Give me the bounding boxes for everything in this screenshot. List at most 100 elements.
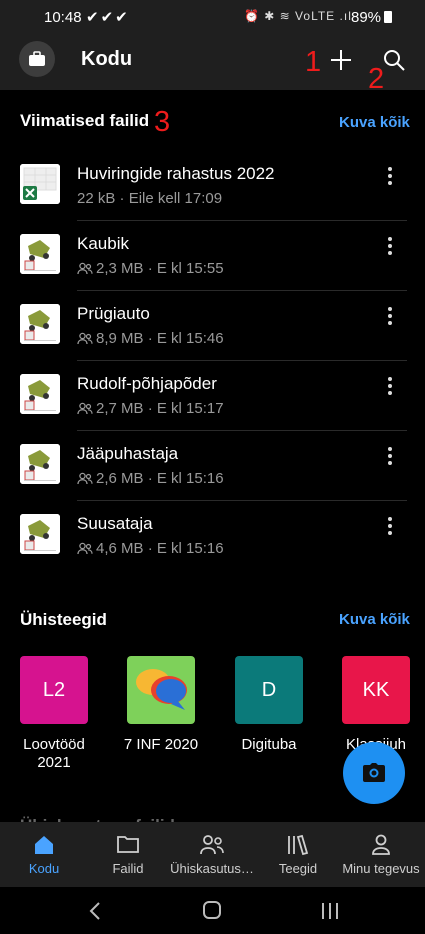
file-meta: 2,6 MB · E kl 15:16: [77, 470, 224, 487]
status-time: 10:48: [44, 9, 82, 26]
nav-label: Minu tegevus: [342, 861, 420, 876]
folder-icon: [116, 834, 140, 857]
meta-separator: ·: [115, 190, 129, 207]
more-vertical-icon: [388, 167, 392, 185]
file-modified-time: Eile kell 17:09: [128, 190, 223, 207]
app-bar: Kodu: [0, 36, 425, 90]
file-thumbnail: [20, 444, 60, 484]
file-meta: 2,3 MB · E kl 15:55: [77, 260, 224, 277]
file-more-options-button[interactable]: [382, 234, 398, 258]
add-button[interactable]: [328, 47, 354, 73]
battery-icon: [384, 11, 393, 23]
more-vertical-icon: [388, 517, 392, 535]
library-image: [127, 656, 195, 724]
recent-view-all-link[interactable]: Kuva kõik: [339, 114, 410, 131]
library-name: 7 INF 2020: [123, 736, 199, 753]
library-tile[interactable]: KKKlassijuh: [331, 656, 421, 754]
nav-item-1[interactable]: Failid: [86, 822, 170, 887]
nav-label: Ühiskasutus…: [170, 861, 254, 876]
scan-camera-button[interactable]: [343, 742, 405, 804]
file-size: 2,3 MB: [96, 260, 144, 277]
file-thumbnail: [20, 514, 60, 554]
recent-file-row[interactable]: Prügiauto 8,9 MB · E kl 15:46: [0, 304, 425, 374]
recent-file-row[interactable]: Kaubik 2,3 MB · E kl 15:55: [0, 234, 425, 304]
file-size: 2,6 MB: [96, 470, 144, 487]
bottom-navigation: Kodu Failid Ühiskasutus… Teegid Minu tegevus: [0, 822, 425, 887]
search-icon: [384, 50, 405, 71]
library-initials: D: [235, 656, 303, 724]
file-more-options-button[interactable]: [382, 304, 398, 328]
notification-check-icons: ✔✔✔: [86, 9, 130, 26]
chat-bubbles-icon: [136, 669, 187, 710]
pdf-file-icon: [20, 304, 60, 344]
nav-label: Kodu: [28, 861, 60, 876]
row-divider: [77, 220, 407, 221]
shared-libraries-heading: Ühisteegid: [20, 610, 107, 629]
file-thumbnail: [20, 374, 60, 414]
library-initials: KK: [342, 656, 410, 724]
plus-icon: [331, 50, 351, 70]
file-meta: 22 kB · Eile kell 17:09: [77, 190, 222, 207]
more-vertical-icon: [388, 447, 392, 465]
briefcase-icon: [29, 51, 45, 66]
nav-label: Teegid: [278, 861, 318, 876]
file-name: Kaubik: [77, 234, 129, 253]
nav-item-2[interactable]: Ühiskasutus…: [170, 822, 254, 887]
meta-separator: ·: [143, 260, 157, 277]
file-size: 4,6 MB: [96, 540, 144, 557]
nav-label: Failid: [112, 861, 144, 876]
person-icon: [370, 834, 392, 859]
annotation-3: 3: [154, 106, 171, 138]
library-tile[interactable]: D Digituba: [224, 656, 314, 754]
meta-separator: ·: [143, 400, 157, 417]
recent-file-row[interactable]: Huviringide rahastus 2022 22 kB · Eile ke…: [0, 164, 425, 234]
page-title: Kodu: [81, 48, 133, 70]
file-meta: 4,6 MB · E kl 15:16: [77, 540, 224, 557]
file-modified-time: E kl 15:16: [156, 470, 224, 487]
camera-icon: [363, 763, 385, 782]
row-divider: [77, 500, 407, 501]
library-tile[interactable]: 7 INF 2020: [116, 656, 206, 754]
pdf-file-icon: [20, 444, 60, 484]
nav-item-3[interactable]: Teegid: [256, 822, 340, 887]
home-icon: [33, 834, 55, 859]
file-more-options-button[interactable]: [382, 164, 398, 188]
file-more-options-button[interactable]: [382, 444, 398, 468]
battery-percent: 89%: [351, 9, 382, 26]
library-name: Loovtööd 2021: [23, 736, 85, 771]
file-modified-time: E kl 15:46: [156, 330, 224, 347]
search-button[interactable]: [381, 47, 407, 73]
excel-file-icon: [20, 164, 60, 204]
file-meta: 2,7 MB · E kl 15:17: [77, 400, 224, 417]
annotation-1: 1: [305, 46, 322, 78]
library-name: Digituba: [241, 736, 297, 753]
annotation-2: 2: [368, 63, 385, 95]
back-icon[interactable]: [88, 901, 102, 921]
battery-indicator: 89%: [351, 9, 393, 26]
recent-file-row[interactable]: Suusataja 4,6 MB · E kl 15:16: [0, 514, 425, 584]
file-modified-time: E kl 15:17: [156, 400, 224, 417]
libraries-view-all-link[interactable]: Kuva kõik: [339, 611, 410, 628]
file-more-options-button[interactable]: [382, 374, 398, 398]
recent-files-heading: Viimatised failid: [20, 111, 150, 130]
file-thumbnail: [20, 164, 60, 204]
home-button-icon[interactable]: [202, 900, 222, 920]
library-tile[interactable]: L2 Loovtööd 2021: [9, 656, 99, 772]
account-switcher-button[interactable]: [19, 41, 55, 77]
file-size: 8,9 MB: [96, 330, 144, 347]
recent-file-row[interactable]: Rudolf-põhjapõder 2,7 MB · E kl 15:17: [0, 374, 425, 444]
recent-file-row[interactable]: Jääpuhastaja 2,6 MB · E kl 15:16: [0, 444, 425, 514]
shared-people-icon: [77, 402, 93, 415]
row-divider: [77, 360, 407, 361]
recent-apps-icon[interactable]: [320, 902, 340, 920]
shared-people-icon: [77, 332, 93, 345]
nav-item-4[interactable]: Minu tegevus: [339, 822, 423, 887]
nav-item-0[interactable]: Kodu: [2, 822, 86, 887]
file-more-options-button[interactable]: [382, 514, 398, 538]
more-vertical-icon: [388, 307, 392, 325]
file-size: 2,7 MB: [96, 400, 144, 417]
row-divider: [77, 290, 407, 291]
system-navigation-bar: [0, 887, 425, 934]
row-divider: [77, 430, 407, 431]
meta-separator: ·: [143, 540, 157, 557]
